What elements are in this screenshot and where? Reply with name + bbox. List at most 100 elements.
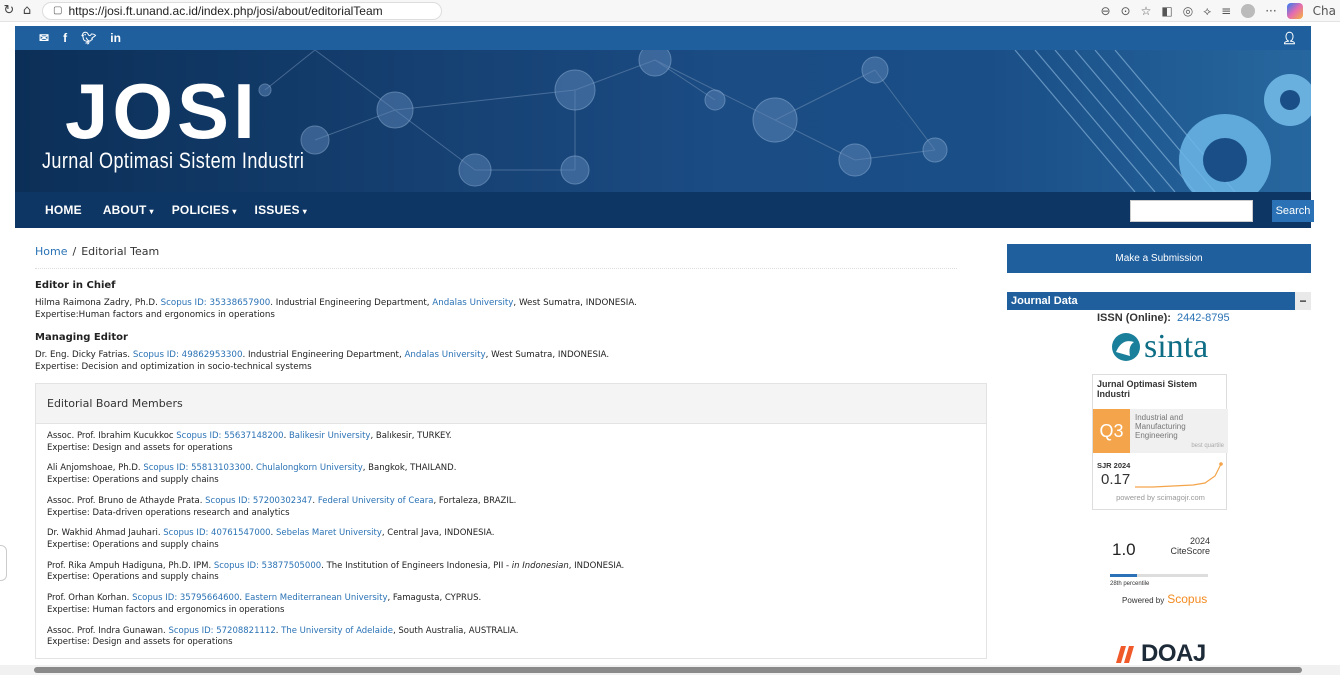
breadcrumb: Home / Editorial Team — [35, 245, 957, 269]
side-panel-handle[interactable] — [0, 545, 7, 581]
main-nav: HOME ABOUT ▾ POLICIES ▾ ISSUES ▾ Search — [15, 192, 1314, 228]
editorial-board-list: Assoc. Prof. Ibrahim Kucukkoc Scopus ID:… — [36, 424, 986, 649]
board-member: Assoc. Prof. Indra Gunawan. Scopus ID: 5… — [47, 625, 519, 648]
favorites-bar-icon[interactable]: ≡ — [1221, 4, 1231, 18]
main-content: Home / Editorial Team Editor in Chief Hilm… — [35, 245, 987, 659]
nav-home[interactable]: HOME — [45, 203, 85, 217]
managing-editor: Dr. Eng. Dicky Fatrias. Scopus ID: 49862… — [35, 350, 610, 373]
breadcrumb-separator: / — [72, 245, 77, 258]
breadcrumb-current: Editorial Team — [81, 245, 160, 258]
journal-subtitle: Jurnal Optimasi Sistem Industri — [42, 148, 305, 173]
citescore-powered-by: Powered by Scopus — [1122, 592, 1208, 606]
sjr-quartile: Q3 — [1093, 409, 1130, 453]
editor-in-chief-title: Editor in Chief — [35, 280, 116, 291]
sjr-journal-title: Jurnal Optimasi Sistem Industri — [1097, 379, 1198, 399]
sjr-category: Industrial and Manufacturing Engineering — [1135, 413, 1186, 441]
scopus-link[interactable]: Scopus ID: 57208821112 — [168, 626, 275, 636]
journal-logo[interactable]: JOSI — [65, 72, 259, 150]
citescore-value: 1.0 — [1112, 540, 1136, 559]
nav-policies[interactable]: POLICIES ▾ — [172, 203, 237, 217]
issn-line: ISSN (Online): 2442-8795 — [1097, 312, 1230, 324]
scopus-link[interactable]: Scopus ID: 55637148200 — [176, 431, 283, 441]
sjr-value: 0.17 — [1101, 471, 1131, 488]
more-icon[interactable]: ··· — [1265, 4, 1276, 18]
scopus-link[interactable]: Scopus ID: 40761547000 — [163, 528, 270, 538]
board-member: Prof. Rika Ampuh Hadiguna, Ph.D. IPM. Sc… — [47, 560, 625, 583]
extensions-icon[interactable]: ⟡ — [1203, 4, 1211, 19]
sjr-widget[interactable]: Jurnal Optimasi Sistem Industri Q3 Indus… — [1092, 374, 1228, 510]
linkedin-icon[interactable]: in — [110, 31, 121, 45]
url-text: https://josi.ft.unand.ac.id/index.php/jo… — [68, 3, 383, 18]
horizontal-scrollbar[interactable] — [0, 665, 1340, 675]
social-bar: ✉ f 🐦︎ in 👤︎ — [15, 26, 1311, 50]
sinta-logo[interactable]: sinta — [1110, 330, 1208, 364]
sjr-powered-by: powered by scimagojr.com — [1116, 493, 1205, 502]
sidebar: Make a Submission Journal Data − ISSN (O… — [1007, 244, 1311, 667]
favorite-icon[interactable]: ☆ — [1141, 4, 1152, 18]
copilot-label[interactable]: Cha — [1313, 4, 1336, 18]
university-link[interactable]: Chulalongkorn University — [256, 463, 363, 473]
breadcrumb-home[interactable]: Home — [35, 245, 67, 258]
university-link[interactable]: The University of Adelaide — [281, 626, 393, 636]
zoom-icon[interactable]: ⊖ — [1100, 4, 1110, 18]
sjr-label: SJR 2024 — [1097, 461, 1131, 470]
nav-issues[interactable]: ISSUES ▾ — [255, 203, 307, 217]
facebook-icon[interactable]: f — [63, 31, 67, 45]
university-link[interactable]: Balikesir University — [289, 431, 370, 441]
citescore-label: 2024 CiteScore — [1170, 536, 1210, 556]
issn-link[interactable]: 2442-8795 — [1177, 312, 1230, 324]
citescore-percentile: 28th percentile — [1110, 581, 1150, 587]
university-link[interactable]: Andalas University — [404, 350, 485, 360]
reload-icon[interactable]: ↻ — [0, 3, 18, 18]
doaj-logo[interactable]: DOAJ — [1112, 640, 1206, 668]
university-link[interactable]: Sebelas Maret University — [276, 528, 382, 538]
editorial-board-panel: Editorial Board Members Assoc. Prof. Ibr… — [35, 382, 987, 659]
scopus-link[interactable]: Scopus ID: 35795664600 — [132, 593, 239, 603]
citescore-percentile-fill — [1110, 574, 1138, 577]
home-icon[interactable]: ⌂ — [18, 3, 36, 18]
sinta-emblem-icon — [1112, 333, 1140, 361]
address-bar[interactable]: ▢ https://josi.ft.unand.ac.id/index.php/… — [42, 1, 442, 20]
twitter-icon[interactable]: 🐦︎ — [81, 31, 96, 45]
board-member: Assoc. Prof. Ibrahim Kucukkoc Scopus ID:… — [47, 430, 452, 453]
collapse-icon[interactable]: − — [1293, 292, 1311, 310]
citescore-widget[interactable]: 1.0 2024 CiteScore 28th percentile Power… — [1100, 534, 1230, 612]
board-member: Dr. Wakhid Ahmad Jauhari. Scopus ID: 407… — [47, 528, 495, 550]
browser-toolbar: ↻ ⌂ ▢ https://josi.ft.unand.ac.id/index.… — [0, 0, 1340, 22]
editorial-board-title: Editorial Board Members — [36, 383, 986, 424]
doaj-emblem-icon — [1116, 646, 1134, 663]
scopus-link[interactable]: Scopus ID: 35338657900 — [161, 298, 271, 308]
header-banner: JOSI Jurnal Optimasi Sistem Industri — [15, 50, 1311, 192]
search-input[interactable] — [1130, 200, 1253, 222]
board-member: Assoc. Prof. Bruno de Athayde Prata. Sco… — [47, 495, 517, 518]
editor-in-chief: Hilma Raimona Zadry, Ph.D. Scopus ID: 35… — [35, 298, 637, 320]
extension-icon[interactable]: ◧ — [1161, 4, 1172, 18]
more-tools-icon[interactable]: ⊙ — [1121, 4, 1131, 18]
copilot-icon[interactable] — [1286, 3, 1303, 19]
sjr-quartile-box: Q3 Industrial and Manufacturing Engineer… — [1093, 409, 1228, 453]
scopus-link[interactable]: Scopus ID: 57200302347 — [205, 496, 312, 506]
search-button[interactable]: Search — [1272, 200, 1314, 222]
scrollbar-thumb[interactable] — [34, 667, 1302, 673]
journal-data-header: Journal Data − — [1007, 292, 1311, 310]
university-link[interactable]: Federal University of Ceara — [318, 496, 434, 506]
profile-avatar[interactable] — [1241, 4, 1256, 18]
university-link[interactable]: Andalas University — [432, 298, 513, 308]
journal-data-title: Journal Data — [1011, 295, 1078, 307]
site-info-icon[interactable]: ▢ — [53, 5, 62, 16]
sjr-best-quartile: best quartile — [1191, 443, 1224, 449]
managing-editor-title: Managing Editor — [35, 332, 128, 344]
shield-icon[interactable]: ◎ — [1183, 4, 1193, 18]
university-link[interactable]: Eastern Mediterranean University — [245, 593, 388, 603]
board-member: Ali Anjomshoae, Ph.D. Scopus ID: 5581310… — [47, 463, 457, 486]
browser-actions: ⊖ ⊙ ☆ ◧ ◎ ⟡ ≡ ··· Cha — [1100, 0, 1340, 22]
make-submission-button[interactable]: Make a Submission — [1007, 244, 1311, 273]
scopus-link[interactable]: Scopus ID: 55813103300 — [143, 463, 250, 473]
scopus-link[interactable]: Scopus ID: 49862953300 — [133, 350, 243, 360]
sjr-sparkline — [1135, 462, 1223, 488]
scopus-link[interactable]: Scopus ID: 53877505000 — [214, 561, 321, 571]
nav-about[interactable]: ABOUT ▾ — [103, 203, 154, 217]
board-member: Prof. Orhan Korhan. Scopus ID: 357956646… — [47, 593, 482, 615]
email-icon[interactable]: ✉ — [39, 31, 49, 45]
user-icon[interactable]: 👤︎ — [1282, 31, 1297, 45]
